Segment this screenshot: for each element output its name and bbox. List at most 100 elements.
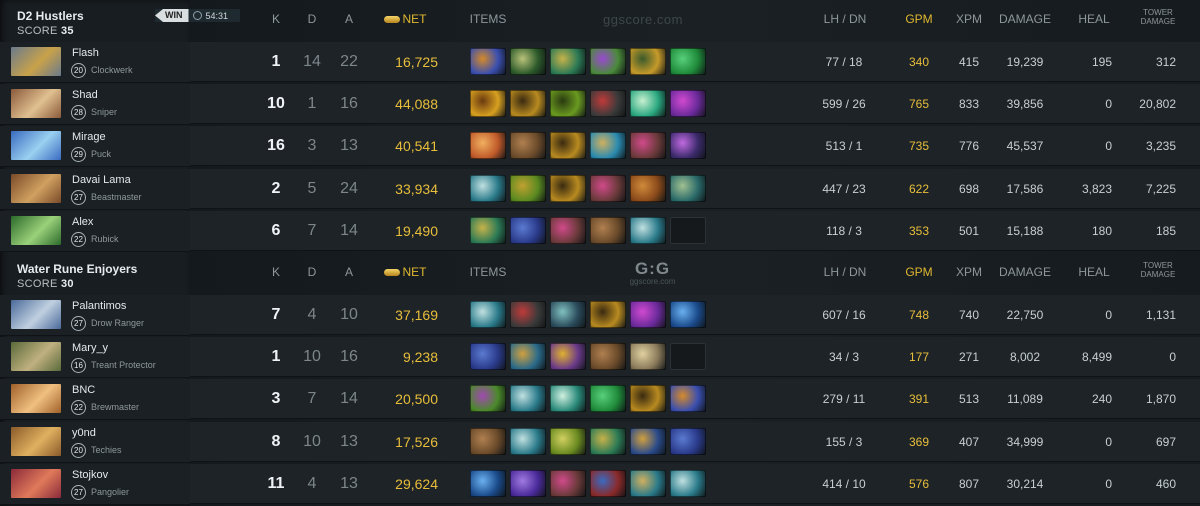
player-cell[interactable]: BNC 22 Brewmaster <box>0 379 190 420</box>
player-name[interactable]: BNC <box>72 384 95 396</box>
player-name[interactable]: Flash <box>72 47 99 59</box>
item-icon[interactable] <box>470 470 506 497</box>
item-icon[interactable] <box>670 385 706 412</box>
item-icon[interactable] <box>470 428 506 455</box>
item-icon[interactable] <box>470 385 506 412</box>
item-icon[interactable] <box>670 132 706 159</box>
item-icon[interactable] <box>590 343 626 370</box>
item-icon[interactable] <box>550 343 586 370</box>
player-name[interactable]: Mirage <box>72 131 106 143</box>
item-icon[interactable] <box>590 90 626 117</box>
item-icon[interactable] <box>590 217 626 244</box>
item-icon[interactable] <box>550 90 586 117</box>
player-cell[interactable]: y0nd 20 Techies <box>0 422 190 463</box>
player-cell[interactable]: Palantimos 27 Drow Ranger <box>0 295 190 336</box>
item-icon[interactable] <box>590 175 626 202</box>
item-icon[interactable] <box>630 343 666 370</box>
player-row[interactable]: y0nd 20 Techies 8 10 13 17,526 155 / 3 369 407 34,… <box>0 422 1200 463</box>
item-icon[interactable] <box>630 90 666 117</box>
item-icon[interactable] <box>550 301 586 328</box>
player-name[interactable]: Shad <box>72 89 98 101</box>
item-icon[interactable] <box>550 385 586 412</box>
item-icon[interactable] <box>510 301 546 328</box>
player-cell[interactable]: Alex 22 Rubick <box>0 211 190 252</box>
hero-portrait[interactable] <box>11 427 61 456</box>
item-icon[interactable] <box>510 470 546 497</box>
item-icon[interactable] <box>550 48 586 75</box>
item-icon[interactable] <box>670 428 706 455</box>
assists-value: 16 <box>340 348 358 365</box>
hero-portrait[interactable] <box>11 384 61 413</box>
item-icon[interactable] <box>630 217 666 244</box>
hero-portrait[interactable] <box>11 342 61 371</box>
item-icon[interactable] <box>590 470 626 497</box>
item-icon[interactable] <box>670 90 706 117</box>
item-icon[interactable] <box>630 175 666 202</box>
item-icon[interactable] <box>630 48 666 75</box>
item-icon[interactable] <box>510 175 546 202</box>
col-net-header: NET <box>380 12 430 26</box>
item-icon[interactable] <box>630 428 666 455</box>
item-icon[interactable] <box>470 343 506 370</box>
item-icon[interactable] <box>550 428 586 455</box>
item-icon[interactable] <box>510 132 546 159</box>
player-cell[interactable]: Mirage 29 Puck <box>0 126 190 167</box>
player-name[interactable]: Mary_y <box>72 342 108 354</box>
player-row[interactable]: Mary_y 16 Treant Protector 1 10 16 9,238 34 / 3… <box>0 337 1200 378</box>
item-icon[interactable] <box>590 428 626 455</box>
item-icon[interactable] <box>590 48 626 75</box>
hero-portrait[interactable] <box>11 300 61 329</box>
item-icon[interactable] <box>590 385 626 412</box>
item-icon[interactable] <box>590 132 626 159</box>
player-name[interactable]: Davai Lama <box>72 174 131 186</box>
item-icon[interactable] <box>510 48 546 75</box>
item-icon[interactable] <box>670 175 706 202</box>
player-row[interactable]: Davai Lama 27 Beastmaster 2 5 24 33,934 447 / 2… <box>0 169 1200 210</box>
player-name[interactable]: Alex <box>72 216 93 228</box>
item-icon[interactable] <box>470 175 506 202</box>
item-icon[interactable] <box>630 470 666 497</box>
item-icon[interactable] <box>630 385 666 412</box>
item-icon[interactable] <box>510 385 546 412</box>
player-row[interactable]: Alex 22 Rubick 6 7 14 19,490 118 / 3 353 501 15,18… <box>0 211 1200 252</box>
item-icon[interactable] <box>590 301 626 328</box>
item-icon[interactable] <box>550 175 586 202</box>
hero-portrait[interactable] <box>11 89 61 118</box>
hero-portrait[interactable] <box>11 131 61 160</box>
item-icon[interactable] <box>550 132 586 159</box>
item-icon[interactable] <box>470 90 506 117</box>
player-row[interactable]: Stojkov 27 Pangolier 11 4 13 29,624 414 / 10 576… <box>0 464 1200 505</box>
player-row[interactable]: BNC 22 Brewmaster 3 7 14 20,500 279 / 11 391 513 1… <box>0 379 1200 420</box>
hero-portrait[interactable] <box>11 47 61 76</box>
hero-portrait[interactable] <box>11 469 61 498</box>
item-icon[interactable] <box>470 217 506 244</box>
item-icon[interactable] <box>630 301 666 328</box>
player-row[interactable]: Shad 28 Sniper 10 1 16 44,088 599 / 26 765 833 39,… <box>0 84 1200 125</box>
player-name[interactable]: Stojkov <box>72 469 108 481</box>
item-icon[interactable] <box>470 132 506 159</box>
item-icon[interactable] <box>550 217 586 244</box>
item-icon[interactable] <box>510 90 546 117</box>
item-icon[interactable] <box>670 48 706 75</box>
player-name[interactable]: Palantimos <box>72 300 126 312</box>
item-icon[interactable] <box>470 48 506 75</box>
item-icon[interactable] <box>670 301 706 328</box>
player-cell[interactable]: Shad 28 Sniper <box>0 84 190 125</box>
item-icon[interactable] <box>550 470 586 497</box>
player-row[interactable]: Palantimos 27 Drow Ranger 7 4 10 37,169 607 / 1… <box>0 295 1200 336</box>
player-cell[interactable]: Davai Lama 27 Beastmaster <box>0 169 190 210</box>
hero-portrait[interactable] <box>11 174 61 203</box>
item-icon[interactable] <box>510 428 546 455</box>
player-cell[interactable]: Flash 20 Clockwerk <box>0 42 190 83</box>
player-row[interactable]: Mirage 29 Puck 16 3 13 40,541 513 / 1 735 776 45,5… <box>0 126 1200 167</box>
item-icon[interactable] <box>630 132 666 159</box>
item-icon[interactable] <box>510 217 546 244</box>
item-icon[interactable] <box>510 343 546 370</box>
player-cell[interactable]: Stojkov 27 Pangolier <box>0 464 190 505</box>
player-row[interactable]: Flash 20 Clockwerk 1 14 22 16,725 77 / 18 340 415… <box>0 42 1200 83</box>
hero-portrait[interactable] <box>11 216 61 245</box>
item-icon[interactable] <box>470 301 506 328</box>
player-name[interactable]: y0nd <box>72 427 96 439</box>
item-icon[interactable] <box>670 470 706 497</box>
player-cell[interactable]: Mary_y 16 Treant Protector <box>0 337 190 378</box>
